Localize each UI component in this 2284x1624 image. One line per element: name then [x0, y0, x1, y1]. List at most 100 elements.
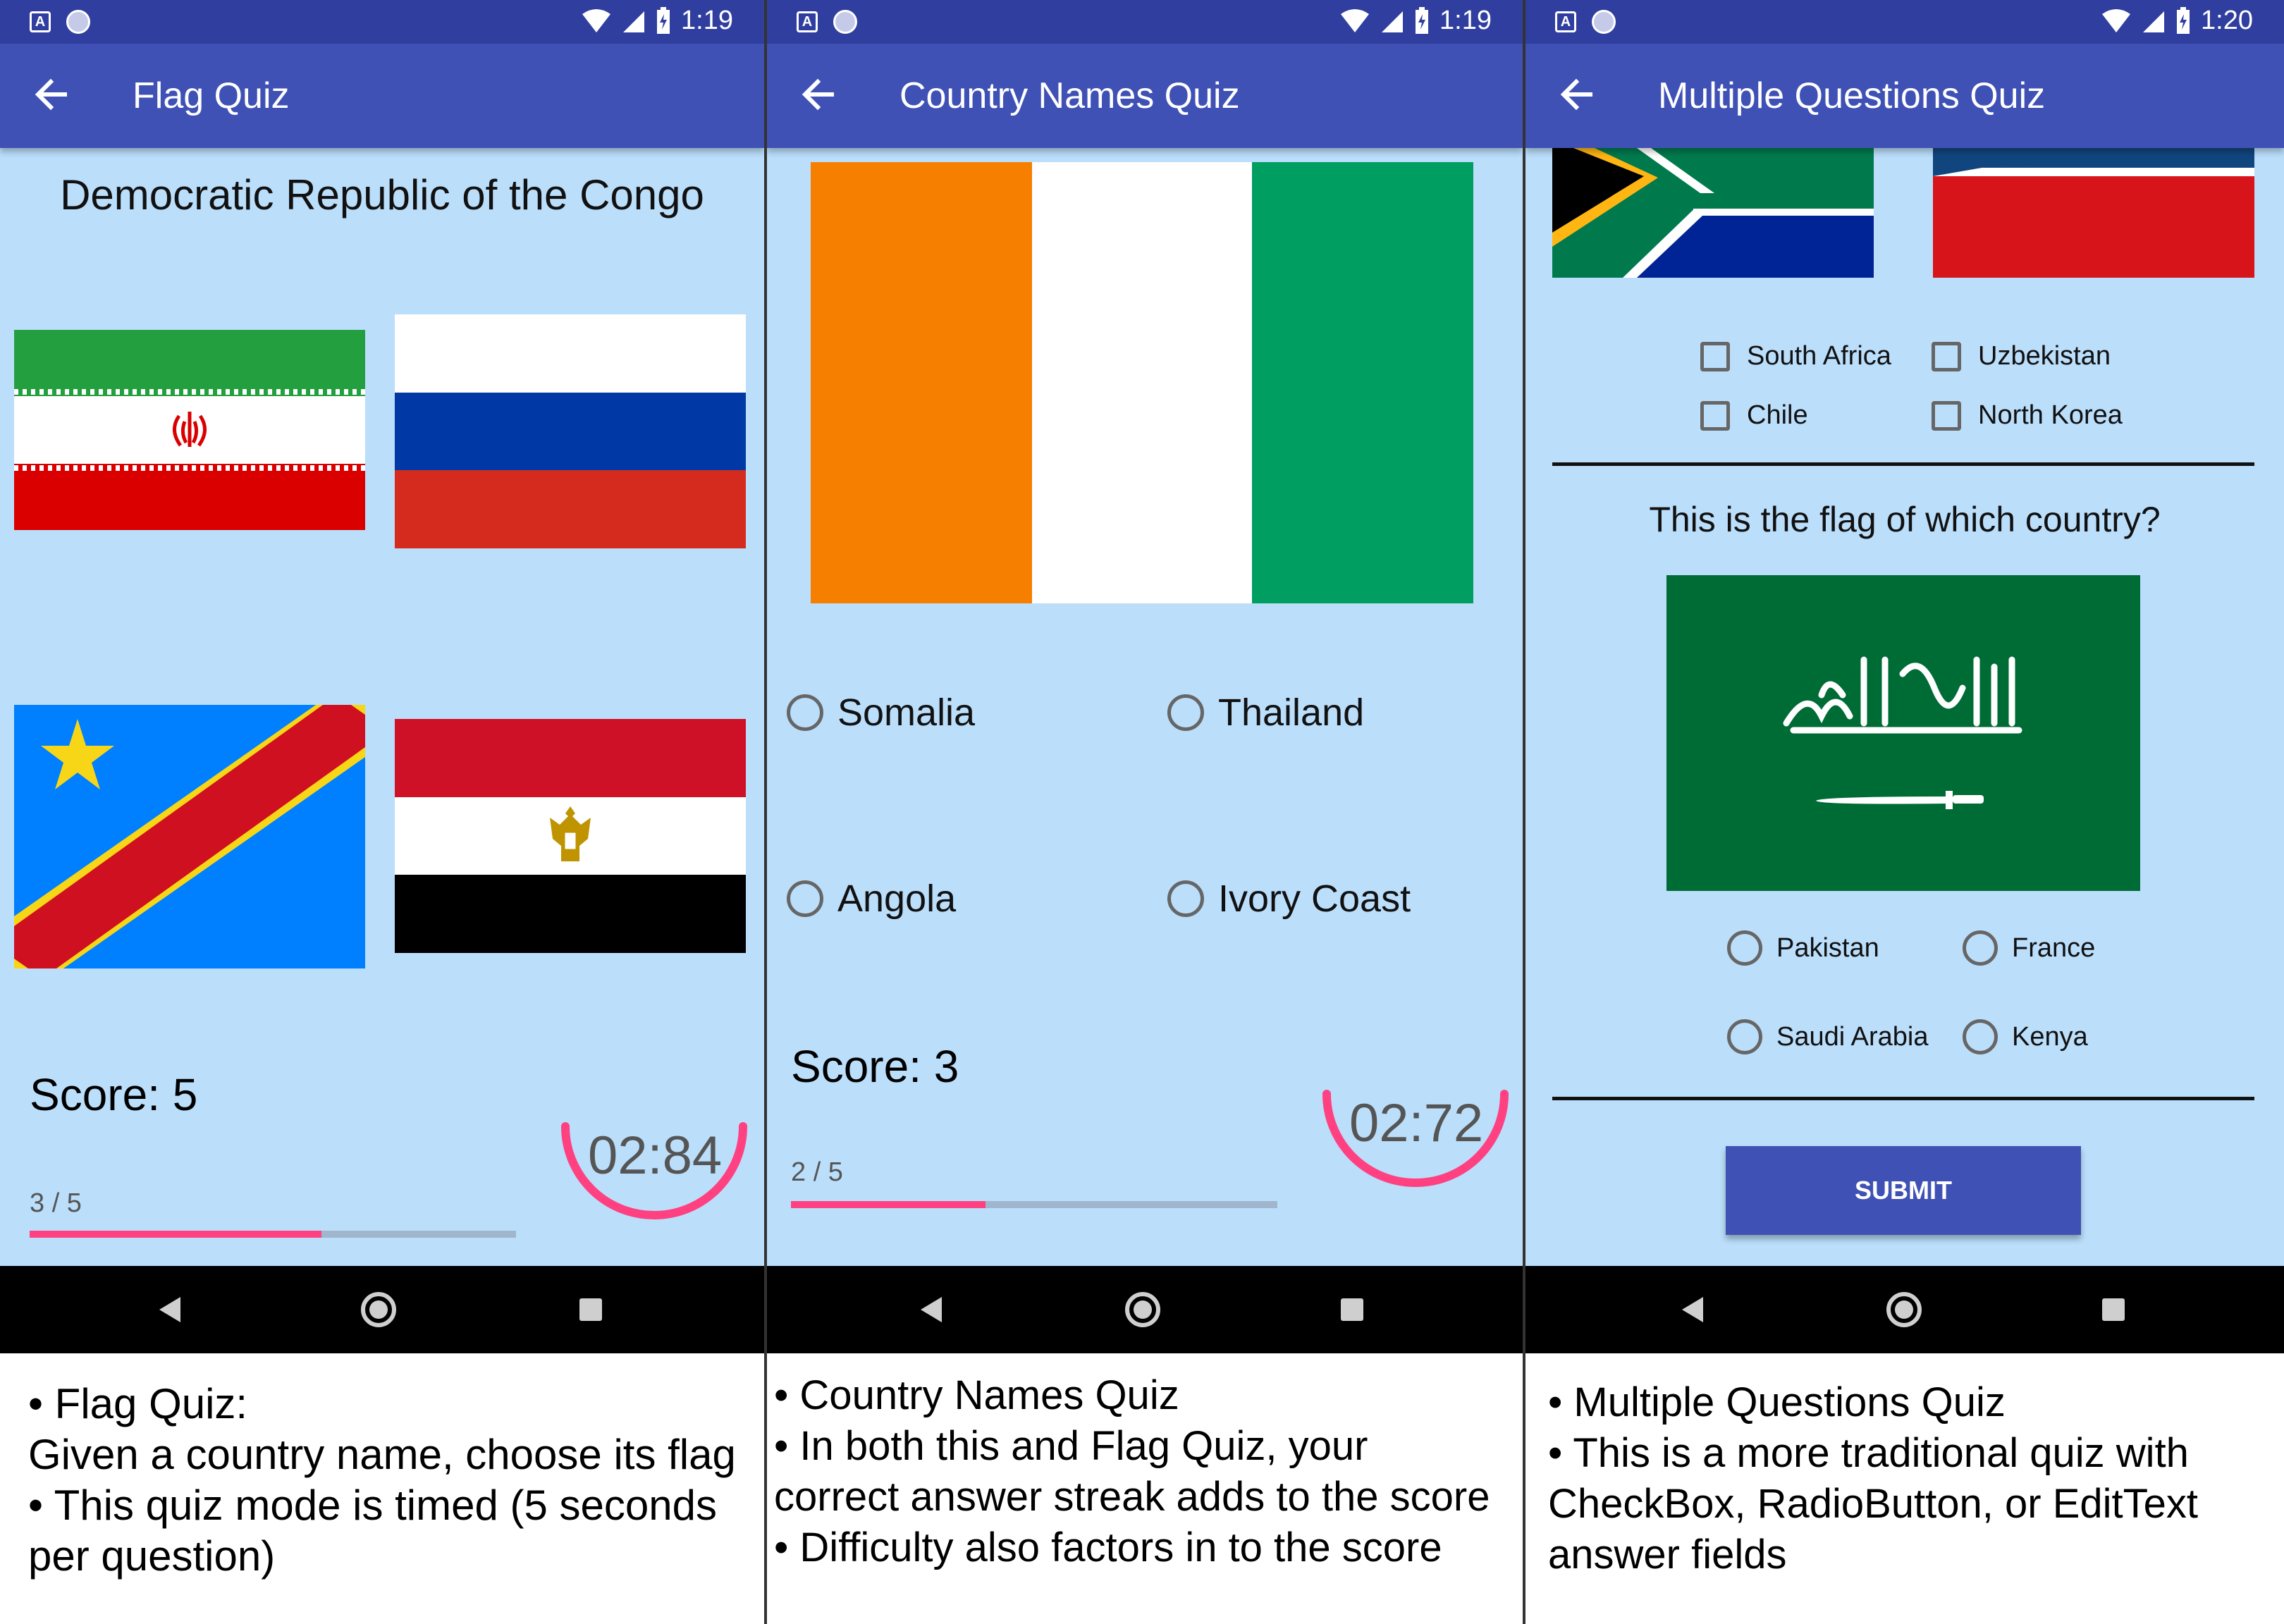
score-label: Score: 5 — [30, 1069, 198, 1120]
caption-line: • This is a more traditional quiz with — [1548, 1430, 2189, 1476]
navigation-bar — [767, 1266, 1523, 1353]
option-label: Chile — [1747, 400, 1808, 430]
back-arrow-icon[interactable] — [1555, 73, 1597, 116]
nav-home-icon[interactable] — [1125, 1292, 1160, 1327]
nav-home-icon[interactable] — [361, 1292, 396, 1327]
caption-line: • In both this and Flag Quiz, your — [774, 1423, 1368, 1469]
radio-button[interactable] — [1727, 1019, 1762, 1054]
app-notification-icon: A — [30, 11, 51, 32]
status-time: 1:19 — [681, 6, 733, 35]
section-divider — [1552, 1097, 2254, 1100]
answer-option-ivory-coast[interactable]: Ivory Coast — [1167, 877, 1411, 921]
checkbox[interactable] — [1700, 341, 1730, 371]
caption-line: • This quiz mode is timed (5 seconds — [28, 1482, 717, 1529]
screenshot-caption: • Country Names Quiz • In both this and … — [767, 1353, 1523, 1624]
eagle-of-saladin-icon — [550, 806, 591, 861]
question-progress-fill — [791, 1201, 986, 1208]
option-label: South Africa — [1747, 341, 1891, 371]
checkbox-option-uzbekistan[interactable]: Uzbekistan — [1932, 341, 2111, 371]
app-bar: Multiple Questions Quiz — [1525, 44, 2284, 148]
battery-icon — [1416, 6, 1429, 34]
russia-flag[interactable] — [395, 314, 746, 548]
app-bar-title: Multiple Questions Quiz — [1658, 75, 2046, 116]
radio-option-pakistan[interactable]: Pakistan — [1727, 930, 1879, 966]
caption-line: • Difficulty also factors in to the scor… — [774, 1525, 1442, 1570]
radio-button[interactable] — [1167, 694, 1204, 731]
option-label: France — [2012, 933, 2096, 963]
question-progress-fill — [30, 1231, 321, 1238]
wifi-icon — [1341, 8, 1370, 32]
status-bar: A 1:20 — [1525, 0, 2284, 44]
caption-line: • Country Names Quiz — [774, 1372, 1179, 1418]
status-bar: A 1:19 — [0, 0, 764, 44]
option-label: Saudi Arabia — [1776, 1021, 1929, 1052]
quiz-content: South Africa Uzbekistan Chile North Kore… — [1525, 148, 2284, 1266]
caption-line: • Flag Quiz: — [28, 1380, 248, 1427]
answer-option-thailand[interactable]: Thailand — [1167, 691, 1364, 734]
quiz-content: Democratic Republic of the Congo Score: … — [0, 148, 764, 1266]
screenshot-caption: • Multiple Questions Quiz • This is a mo… — [1525, 1353, 2284, 1624]
option-label: North Korea — [1978, 400, 2123, 430]
iran-flag[interactable] — [14, 330, 365, 530]
dr-congo-flag[interactable] — [14, 705, 365, 968]
radio-button[interactable] — [1727, 930, 1762, 966]
country-names-quiz-panel: A 1:19 Country Names Quiz Somalia Thaila… — [767, 0, 1523, 1624]
egypt-flag[interactable] — [395, 719, 746, 953]
saudi-arabia-flag — [1666, 575, 2140, 891]
sync-notification-icon — [1592, 10, 1616, 34]
option-label: Angola — [837, 878, 957, 920]
battery-icon — [657, 6, 670, 34]
navigation-bar — [0, 1266, 764, 1353]
checkbox-option-north-korea[interactable]: North Korea — [1932, 400, 2123, 431]
option-label: Thailand — [1218, 691, 1365, 734]
nav-recents-icon[interactable] — [1341, 1298, 1363, 1321]
score-label: Score: 3 — [791, 1041, 959, 1092]
sync-notification-icon — [833, 10, 857, 34]
screenshot-caption: • Flag Quiz: Given a country name, choos… — [0, 1353, 764, 1624]
timer-text: 02:72 — [1349, 1093, 1484, 1153]
radio-button[interactable] — [1963, 1019, 1998, 1054]
question-progress-label: 3 / 5 — [30, 1188, 82, 1218]
back-arrow-icon[interactable] — [797, 73, 839, 116]
back-arrow-icon[interactable] — [30, 73, 72, 116]
caption-line: CheckBox, RadioButton, or EditText — [1548, 1481, 2199, 1527]
nav-recents-icon[interactable] — [2102, 1298, 2125, 1321]
app-bar: Flag Quiz — [0, 44, 764, 148]
app-bar-title: Flag Quiz — [133, 75, 290, 116]
nav-back-icon[interactable] — [1682, 1297, 1703, 1322]
answer-option-angola[interactable]: Angola — [787, 877, 956, 921]
option-label: Pakistan — [1776, 933, 1879, 963]
sword-icon — [1816, 791, 1984, 809]
answer-option-somalia[interactable]: Somalia — [787, 691, 975, 734]
nav-back-icon[interactable] — [921, 1297, 942, 1322]
checkbox-option-chile[interactable]: Chile — [1700, 400, 1808, 431]
nav-back-icon[interactable] — [159, 1297, 180, 1322]
app-notification-icon: A — [1555, 11, 1576, 32]
radio-option-saudi-arabia[interactable]: Saudi Arabia — [1727, 1019, 1929, 1054]
checkbox[interactable] — [1932, 400, 1961, 431]
submit-button[interactable]: SUBMIT — [1726, 1146, 2081, 1235]
signal-icon — [1382, 11, 1404, 32]
nav-recents-icon[interactable] — [579, 1298, 602, 1321]
checkbox[interactable] — [1700, 400, 1730, 431]
question-progress-bar — [791, 1201, 1277, 1208]
quiz-content: Somalia Thailand Angola Ivory Coast Scor… — [767, 148, 1523, 1266]
caption-line: • Multiple Questions Quiz — [1548, 1379, 2006, 1425]
radio-button[interactable] — [1963, 930, 1998, 966]
app-notification-icon: A — [797, 11, 818, 32]
checkbox-option-south-africa[interactable]: South Africa — [1700, 341, 1891, 371]
caption-line: Given a country name, choose its flag — [28, 1431, 736, 1478]
option-label: Ivory Coast — [1218, 878, 1411, 920]
status-time: 1:20 — [2201, 6, 2253, 35]
radio-button[interactable] — [787, 880, 823, 917]
radio-option-kenya[interactable]: Kenya — [1963, 1019, 2088, 1054]
wifi-icon — [582, 8, 611, 32]
option-label: Uzbekistan — [1978, 341, 2111, 371]
radio-button[interactable] — [787, 694, 823, 731]
radio-option-france[interactable]: France — [1963, 930, 2095, 966]
checkbox[interactable] — [1932, 341, 1961, 371]
multiple-questions-quiz-panel: A 1:20 Multiple Questions Quiz South Afr… — [1525, 0, 2284, 1624]
radio-button[interactable] — [1167, 880, 1204, 917]
nav-home-icon[interactable] — [1886, 1292, 1922, 1327]
caption-line: correct answer streak adds to the score — [774, 1474, 1490, 1520]
